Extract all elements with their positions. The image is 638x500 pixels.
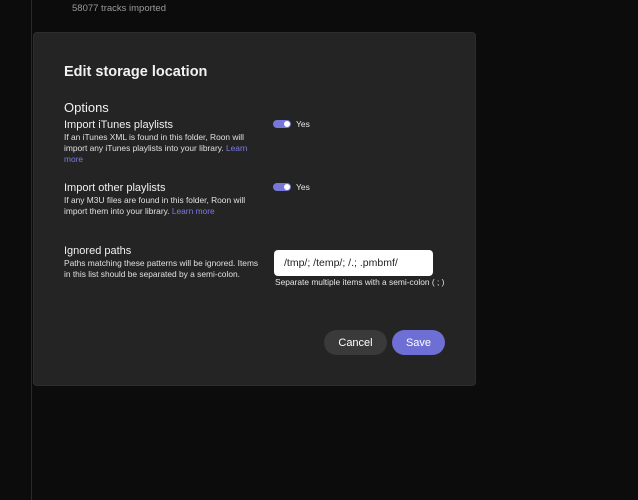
tracks-imported-text: 58077 tracks imported [72, 3, 166, 14]
cancel-button[interactable]: Cancel [324, 330, 387, 355]
import-itunes-description: If an iTunes XML is found in this folder… [64, 132, 259, 165]
left-rail-divider [31, 0, 32, 500]
ignored-paths-label: Ignored paths [64, 245, 132, 257]
import-itunes-description-text: If an iTunes XML is found in this folder… [64, 132, 244, 153]
import-itunes-toggle[interactable] [273, 120, 291, 128]
import-itunes-toggle-text: Yes [296, 119, 310, 129]
toggle-knob [284, 184, 290, 190]
background-status: ... 58077 tracks imported [72, 0, 166, 15]
import-itunes-label: Import iTunes playlists [64, 119, 174, 131]
import-other-learn-more-link[interactable]: Learn more [172, 206, 215, 216]
ignored-paths-help: Separate multiple items with a semi-colo… [275, 277, 445, 287]
toggle-knob [284, 121, 290, 127]
import-other-label: Import other playlists [64, 182, 166, 194]
options-heading: Options [64, 100, 109, 115]
dialog-title: Edit storage location [64, 64, 208, 80]
ignored-paths-input[interactable] [274, 250, 433, 276]
save-button[interactable]: Save [392, 330, 445, 355]
page: ... 58077 tracks imported Edit storage l… [0, 0, 638, 500]
import-other-toggle-text: Yes [296, 182, 310, 192]
import-other-toggle[interactable] [273, 183, 291, 191]
edit-storage-dialog: Edit storage location Options Import iTu… [34, 33, 475, 385]
import-other-description-text: If any M3U files are found in this folde… [64, 195, 246, 216]
import-other-description: If any M3U files are found in this folde… [64, 195, 259, 217]
ignored-paths-description: Paths matching these patterns will be ig… [64, 258, 259, 279]
